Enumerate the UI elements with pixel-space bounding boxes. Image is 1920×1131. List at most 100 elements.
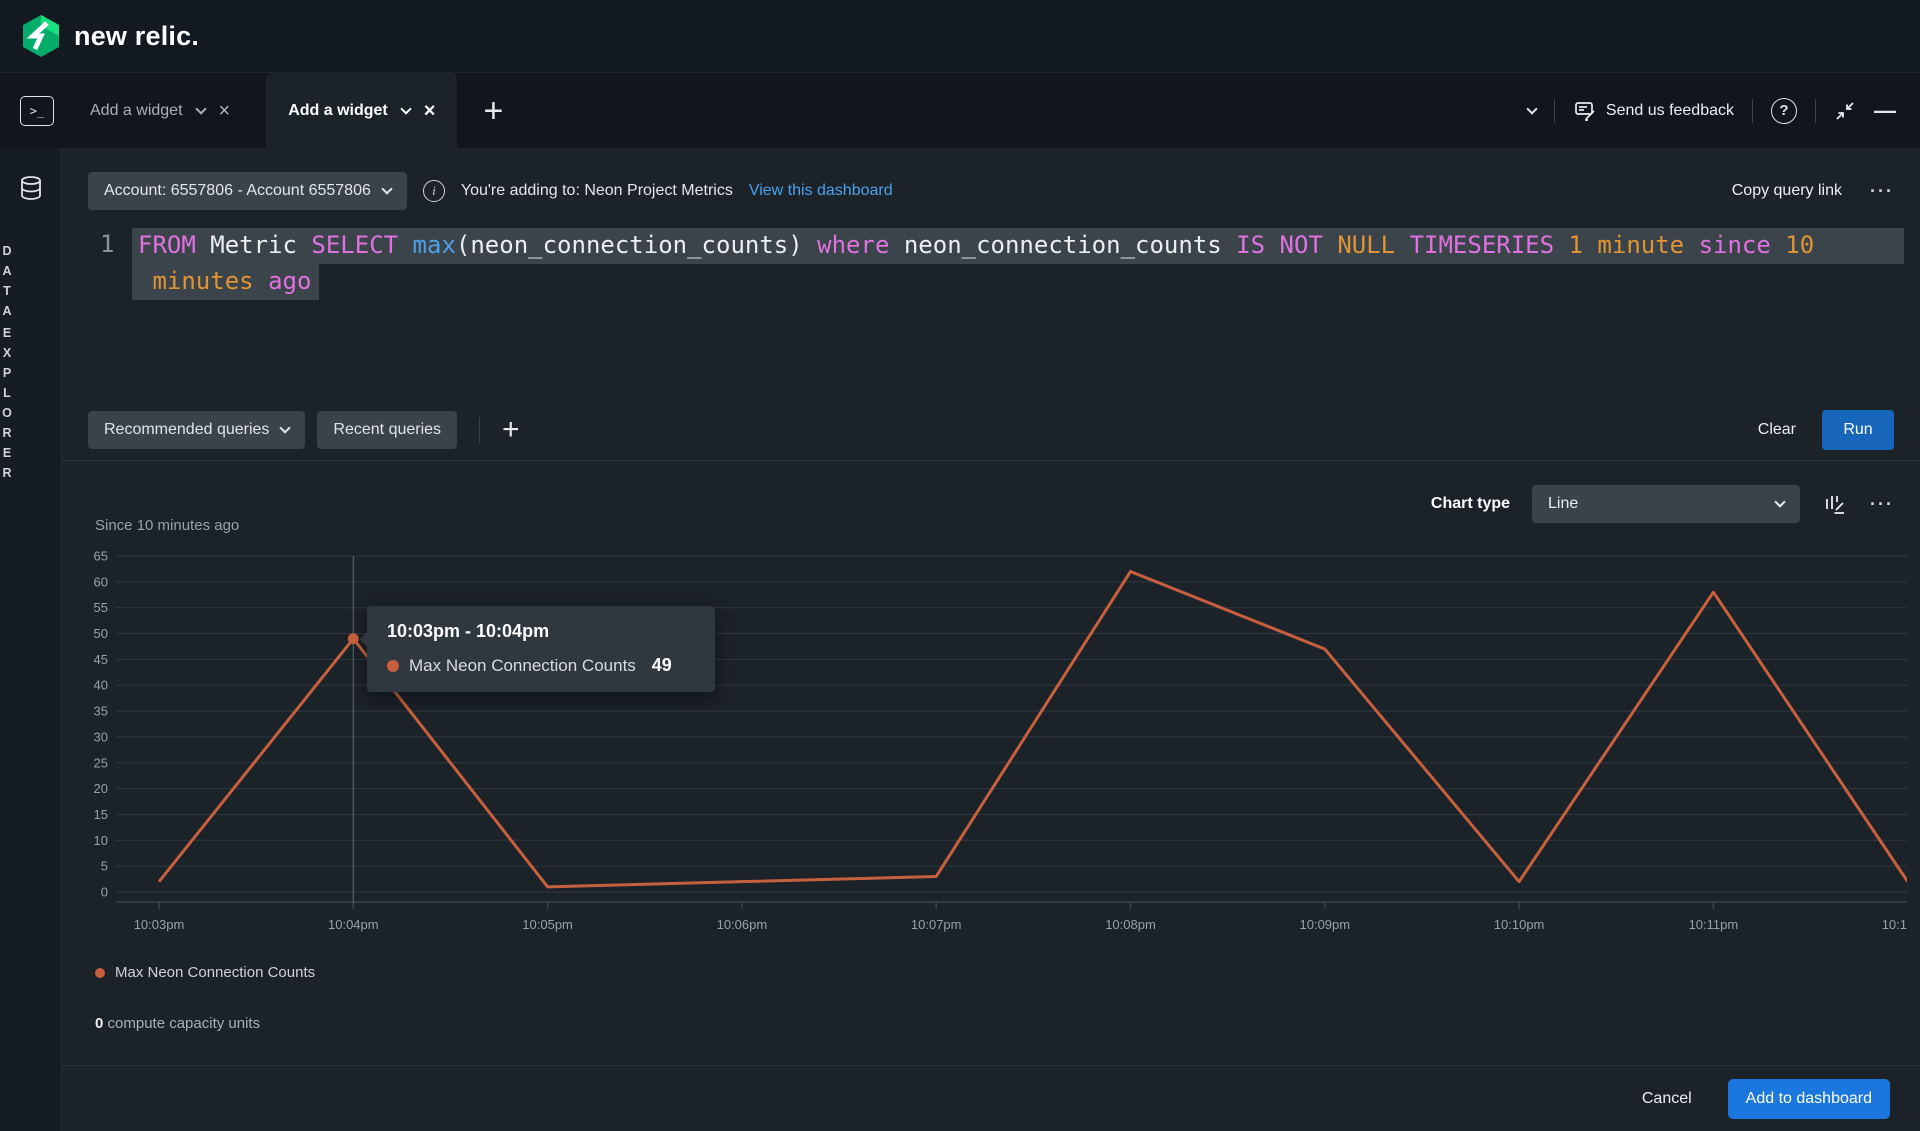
svg-text:10:03pm: 10:03pm: [134, 917, 185, 932]
app-window: new relic. >_ Add a widget × Add a widge…: [0, 0, 1920, 1131]
tabbar-right-controls: Send us feedback ? —: [1528, 73, 1920, 148]
add-to-dashboard-button[interactable]: Add to dashboard: [1728, 1079, 1890, 1119]
nrql-editor[interactable]: 1 FROM Metric SELECT max(neon_connection…: [62, 222, 1920, 400]
adding-to-text: You're adding to: Neon Project Metrics: [461, 182, 733, 200]
recent-queries-button[interactable]: Recent queries: [317, 411, 457, 449]
chart-type-label: Chart type: [1431, 495, 1510, 513]
terminal-glyph: >_: [30, 104, 44, 118]
new-tab-button[interactable]: +: [483, 94, 503, 128]
new-relic-logo-icon: [20, 13, 62, 59]
svg-text:10:11pm: 10:11pm: [1689, 917, 1739, 932]
info-icon: i: [423, 180, 445, 202]
chart-section: Chart type Line ··· Since 10 minutes a: [62, 460, 1920, 1061]
brand-name: new relic.: [74, 21, 199, 52]
legend-series-label: Max Neon Connection Counts: [115, 964, 315, 981]
chevron-down-icon[interactable]: [195, 103, 206, 114]
database-icon[interactable]: [17, 174, 45, 202]
tab-label: Add a widget: [288, 102, 388, 120]
query-console-icon[interactable]: >_: [20, 96, 54, 126]
line-chart[interactable]: 0510152025303540455055606510:03pm10:04pm…: [93, 544, 1907, 944]
sidebar-label-data: DATA: [0, 244, 62, 324]
svg-text:60: 60: [94, 574, 108, 589]
send-feedback-button[interactable]: Send us feedback: [1573, 99, 1734, 123]
more-options-icon[interactable]: ···: [1870, 181, 1894, 202]
query-toolbar: Recommended queries Recent queries + Cle…: [62, 400, 1920, 460]
tooltip-time-range: 10:03pm - 10:04pm: [387, 621, 695, 642]
footer-bar: Cancel Add to dashboard: [62, 1065, 1920, 1131]
account-row-right: Copy query link ···: [1732, 181, 1894, 202]
divider: [1815, 99, 1816, 123]
svg-text:10:04pm: 10:04pm: [328, 917, 379, 932]
recommended-queries-button[interactable]: Recommended queries: [88, 411, 305, 449]
chart-legend[interactable]: Max Neon Connection Counts: [95, 964, 315, 981]
sidebar-label-explorer: EXPLORER: [0, 326, 62, 486]
body: DATA EXPLORER Account: 6557806 - Account…: [0, 148, 1920, 1131]
chevron-down-icon[interactable]: [1526, 103, 1537, 114]
brand[interactable]: new relic.: [20, 13, 199, 59]
edit-chart-icon[interactable]: [1822, 491, 1848, 517]
svg-text:10:06pm: 10:06pm: [717, 917, 768, 932]
copy-query-link[interactable]: Copy query link: [1732, 182, 1842, 200]
close-icon[interactable]: ×: [424, 101, 436, 121]
chart-wrap: 0510152025303540455055606510:03pm10:04pm…: [93, 544, 1907, 944]
divider: [479, 417, 480, 443]
tooltip-series-row: Max Neon Connection Counts 49: [387, 655, 695, 676]
query-line-1-code: FROM Metric SELECT max(neon_connection_c…: [132, 228, 1904, 264]
cancel-button[interactable]: Cancel: [1642, 1090, 1692, 1108]
run-button[interactable]: Run: [1822, 410, 1894, 450]
query-code[interactable]: FROM Metric SELECT max(neon_connection_c…: [132, 228, 1904, 300]
divider: [1554, 99, 1555, 123]
compute-capacity-label: compute capacity units: [103, 1015, 260, 1032]
add-query-button[interactable]: +: [502, 415, 520, 445]
query-line-2: minutes ago: [132, 264, 1904, 300]
tab-add-widget-1[interactable]: Add a widget ×: [68, 73, 252, 148]
query-line-2-code: minutes ago: [132, 264, 319, 300]
chart-type-row: Chart type Line ···: [1431, 485, 1894, 523]
svg-text:5: 5: [101, 859, 108, 874]
tab-label: Add a widget: [90, 102, 183, 120]
chevron-down-icon[interactable]: [400, 103, 411, 114]
chevron-down-icon: [381, 183, 392, 194]
svg-text:0: 0: [101, 885, 108, 900]
top-header: new relic.: [0, 0, 1920, 72]
chart-more-options-icon[interactable]: ···: [1870, 494, 1894, 515]
svg-text:45: 45: [94, 652, 108, 667]
svg-text:25: 25: [94, 755, 108, 770]
legend-color-dot: [95, 968, 105, 978]
tab-bar: >_ Add a widget × Add a widget × +: [0, 72, 1920, 148]
svg-text:10:08pm: 10:08pm: [1105, 917, 1156, 932]
tooltip-series-name: Max Neon Connection Counts: [409, 656, 636, 676]
svg-text:10:05pm: 10:05pm: [522, 917, 573, 932]
tab-add-widget-2[interactable]: Add a widget ×: [266, 73, 457, 148]
close-icon[interactable]: ×: [219, 101, 231, 121]
collapse-icon[interactable]: [1834, 100, 1856, 122]
chart-tooltip: 10:03pm - 10:04pm Max Neon Connection Co…: [367, 606, 715, 692]
tooltip-value: 49: [652, 655, 672, 676]
account-row: Account: 6557806 - Account 6557806 i You…: [62, 160, 1920, 222]
account-selector[interactable]: Account: 6557806 - Account 6557806: [88, 172, 407, 210]
svg-text:10:09pm: 10:09pm: [1300, 917, 1351, 932]
svg-text:20: 20: [94, 781, 108, 796]
chevron-down-icon: [280, 422, 291, 433]
svg-text:10: 10: [94, 833, 108, 848]
svg-text:30: 30: [94, 729, 108, 744]
chart-type-select[interactable]: Line: [1532, 485, 1800, 523]
compute-capacity-note: 0 compute capacity units: [95, 1015, 260, 1032]
svg-text:55: 55: [94, 600, 108, 615]
svg-text:50: 50: [94, 626, 108, 641]
view-dashboard-link[interactable]: View this dashboard: [749, 182, 893, 200]
minimize-button[interactable]: —: [1874, 98, 1896, 124]
help-icon[interactable]: ?: [1771, 98, 1797, 124]
feedback-label: Send us feedback: [1606, 102, 1734, 120]
svg-text:65: 65: [94, 549, 108, 564]
clear-button[interactable]: Clear: [1758, 421, 1796, 439]
svg-text:40: 40: [94, 678, 108, 693]
svg-text:10:12pm: 10:12pm: [1882, 917, 1907, 932]
recent-queries-label: Recent queries: [333, 421, 441, 439]
svg-text:10:07pm: 10:07pm: [911, 917, 962, 932]
svg-text:10:10pm: 10:10pm: [1494, 917, 1545, 932]
chevron-down-icon: [1774, 496, 1785, 507]
chart-type-value: Line: [1548, 495, 1578, 513]
main-panel: Account: 6557806 - Account 6557806 i You…: [62, 148, 1920, 1131]
divider: [1752, 99, 1753, 123]
